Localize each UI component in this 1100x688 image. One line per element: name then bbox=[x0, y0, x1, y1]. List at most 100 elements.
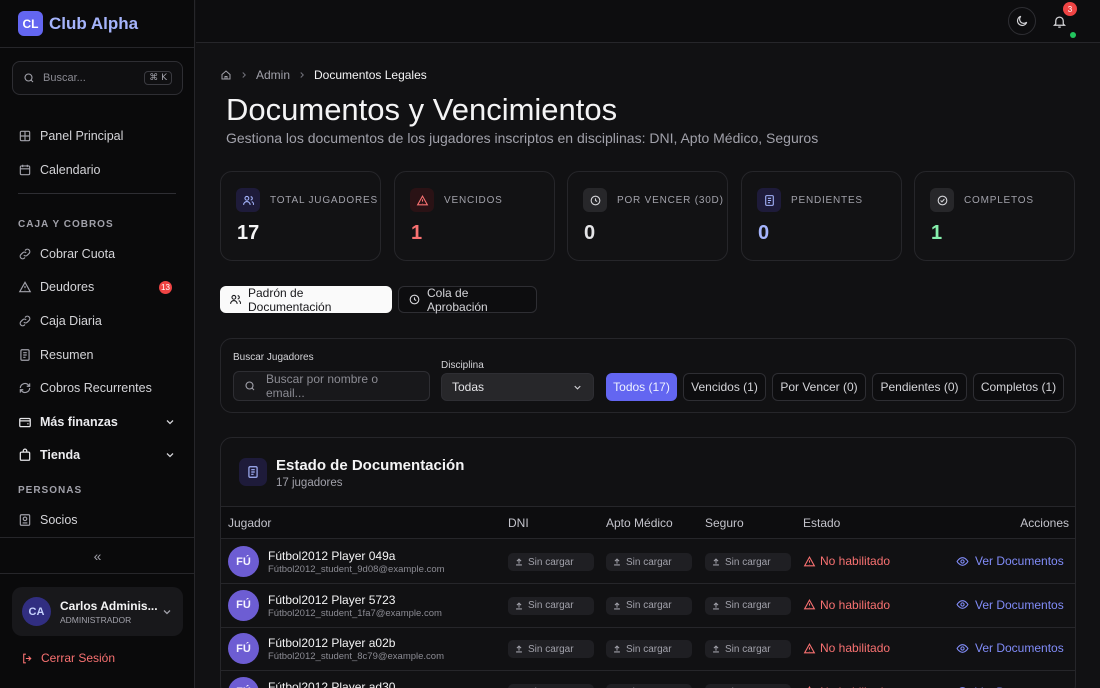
sidebar: CL Club Alpha Buscar... ⌘ K Panel Princi… bbox=[0, 0, 195, 688]
discipline-select[interactable]: Todas bbox=[441, 373, 594, 401]
seguro-status-label: Sin cargar bbox=[725, 600, 771, 611]
player-email: Fútbol2012_student_9d08@example.com bbox=[268, 564, 445, 575]
column-header-dni: DNI bbox=[508, 516, 529, 530]
sidebar-item-cobrar-cuota[interactable]: Cobrar Cuota bbox=[18, 239, 176, 269]
apto-status-label: Sin cargar bbox=[626, 600, 672, 611]
user-info: Carlos Adminis... ADMINISTRADOR bbox=[60, 599, 161, 625]
upload-icon bbox=[711, 557, 721, 567]
user-name: Carlos Adminis... bbox=[60, 598, 158, 613]
column-header-estado: Estado bbox=[803, 516, 841, 530]
search-icon bbox=[23, 72, 35, 84]
dni-status-label: Sin cargar bbox=[528, 556, 574, 568]
column-header-apto-medico: Apto Médico bbox=[606, 516, 673, 530]
stat-card-vencidos: VENCIDOS 1 bbox=[394, 171, 555, 261]
stat-value: 17 bbox=[237, 222, 260, 244]
chevron-down-icon bbox=[164, 449, 176, 461]
apto-status-label: Sin cargar bbox=[626, 643, 672, 655]
breadcrumb-admin[interactable]: Admin bbox=[256, 68, 290, 82]
stat-label: COMPLETOS bbox=[964, 195, 1034, 206]
player-name: Fútbol2012 Player 049a bbox=[268, 549, 396, 563]
eye-icon bbox=[956, 598, 969, 611]
theme-toggle-button[interactable] bbox=[1008, 7, 1036, 35]
sidebar-divider bbox=[18, 193, 176, 194]
column-header-seguro: Seguro bbox=[705, 516, 744, 530]
alert-triangle-icon bbox=[803, 642, 816, 655]
filter-chip-pendientes[interactable]: Pendientes (0) bbox=[872, 373, 967, 401]
seguro-status-label: Sin cargar bbox=[725, 643, 771, 655]
tab-label: Cola de Aprobación bbox=[427, 285, 488, 314]
tab-cola-aprobacion[interactable]: Cola de Aprobación bbox=[398, 285, 537, 314]
apto-status: Sin cargar bbox=[606, 683, 692, 688]
sidebar-item-cobros-recurrentes[interactable]: Cobros Recurrentes bbox=[18, 373, 176, 403]
avatar: FÚ bbox=[228, 633, 259, 664]
topbar bbox=[196, 0, 1100, 43]
upload-icon bbox=[711, 601, 721, 611]
dni-status: Sin cargar bbox=[508, 640, 594, 658]
sidebar-item-caja-diaria[interactable]: Caja Diaria bbox=[18, 306, 176, 336]
avatar: FÚ bbox=[228, 676, 259, 688]
shopping-bag-icon bbox=[18, 448, 32, 462]
collapse-sidebar-button[interactable]: « bbox=[0, 537, 195, 574]
sidebar-item-calendario[interactable]: Calendario bbox=[18, 155, 176, 185]
users-icon bbox=[229, 293, 242, 306]
filter-chip-vencidos[interactable]: Vencidos (1) bbox=[683, 373, 766, 401]
apto-status: Sin cargar bbox=[606, 640, 692, 658]
documentation-table-card: Estado de Documentación 17 jugadores Jug… bbox=[220, 437, 1076, 688]
sidebar-item-label: Deudores bbox=[40, 280, 95, 294]
search-players-input[interactable]: Buscar por nombre o email... bbox=[233, 371, 430, 401]
alert-triangle-icon bbox=[18, 280, 32, 294]
sidebar-group-mas-finanzas[interactable]: Más finanzas bbox=[18, 407, 176, 437]
user-menu[interactable]: CA Carlos Adminis... ADMINISTRADOR bbox=[12, 587, 183, 636]
estado-label: No habilitado bbox=[820, 685, 890, 688]
estado-label: No habilitado bbox=[820, 641, 891, 655]
view-documents-button[interactable]: Ver Documentos bbox=[956, 554, 1064, 568]
sidebar-group-tienda[interactable]: Tienda bbox=[18, 440, 176, 470]
dni-status: Sin cargar bbox=[508, 553, 594, 571]
upload-icon bbox=[711, 644, 721, 654]
view-documents-label: Ver Documentos bbox=[975, 597, 1064, 612]
logout-button[interactable]: Cerrar Sesión bbox=[21, 651, 115, 665]
avatar: CA bbox=[22, 597, 51, 626]
avatar: FÚ bbox=[228, 546, 259, 577]
page-subtitle: Gestiona los documentos de los jugadores… bbox=[226, 130, 819, 146]
sidebar-item-label: Socios bbox=[40, 513, 78, 527]
sidebar-item-deudores[interactable]: Deudores 13 bbox=[18, 272, 176, 302]
table-row: FÚ Fútbol2012 Player 049a Fútbol2012_stude… bbox=[221, 540, 1075, 584]
brand[interactable]: CL Club Alpha bbox=[0, 0, 194, 48]
link-icon bbox=[18, 314, 32, 328]
moon-icon bbox=[1015, 14, 1029, 28]
sidebar-search[interactable]: Buscar... ⌘ K bbox=[12, 61, 183, 95]
apto-status: Sin cargar bbox=[606, 596, 692, 615]
filter-chip-por-vencer[interactable]: Por Vencer (0) bbox=[772, 373, 866, 401]
clock-icon bbox=[583, 188, 607, 212]
seguro-status: Sin cargar bbox=[705, 596, 791, 615]
filter-chip-completos[interactable]: Completos (1) bbox=[973, 373, 1064, 401]
alert-triangle-icon bbox=[803, 598, 816, 611]
view-documents-button[interactable]: Ver Documentos bbox=[956, 685, 1064, 688]
search-shortcut: ⌘ K bbox=[144, 71, 172, 85]
tab-padron-documentacion[interactable]: Padrón de Documentación bbox=[220, 286, 392, 314]
online-status-dot bbox=[1070, 32, 1076, 38]
estado-badge: No habilitado bbox=[803, 598, 890, 612]
sidebar-group-label: Tienda bbox=[40, 448, 81, 462]
view-documents-label: Ver Documentos bbox=[975, 685, 1064, 688]
filters-panel: Buscar Jugadores Buscar por nombre o ema… bbox=[220, 338, 1076, 413]
sidebar-item-panel-principal[interactable]: Panel Principal bbox=[18, 121, 176, 151]
view-documents-label: Ver Documentos bbox=[975, 641, 1064, 655]
dni-status: Sin cargar bbox=[508, 683, 594, 688]
view-documents-button[interactable]: Ver Documentos bbox=[956, 641, 1064, 655]
stat-value: 0 bbox=[584, 222, 596, 244]
user-role: ADMINISTRADOR bbox=[60, 614, 132, 625]
chevrons-left-icon: « bbox=[93, 547, 102, 564]
sidebar-item-resumen[interactable]: Resumen bbox=[18, 340, 176, 370]
eye-icon bbox=[956, 555, 969, 568]
home-icon[interactable] bbox=[220, 69, 232, 81]
view-documents-button[interactable]: Ver Documentos bbox=[956, 598, 1064, 612]
seguro-status: Sin cargar bbox=[705, 640, 791, 658]
filter-chip-todos[interactable]: Todos (17) bbox=[606, 373, 677, 401]
sidebar-item-socios[interactable]: Socios bbox=[18, 505, 176, 535]
brand-name: Club Alpha bbox=[49, 13, 139, 33]
estado-badge: No habilitado bbox=[803, 685, 890, 688]
upload-icon bbox=[514, 601, 524, 611]
stat-label: PENDIENTES bbox=[791, 195, 863, 206]
